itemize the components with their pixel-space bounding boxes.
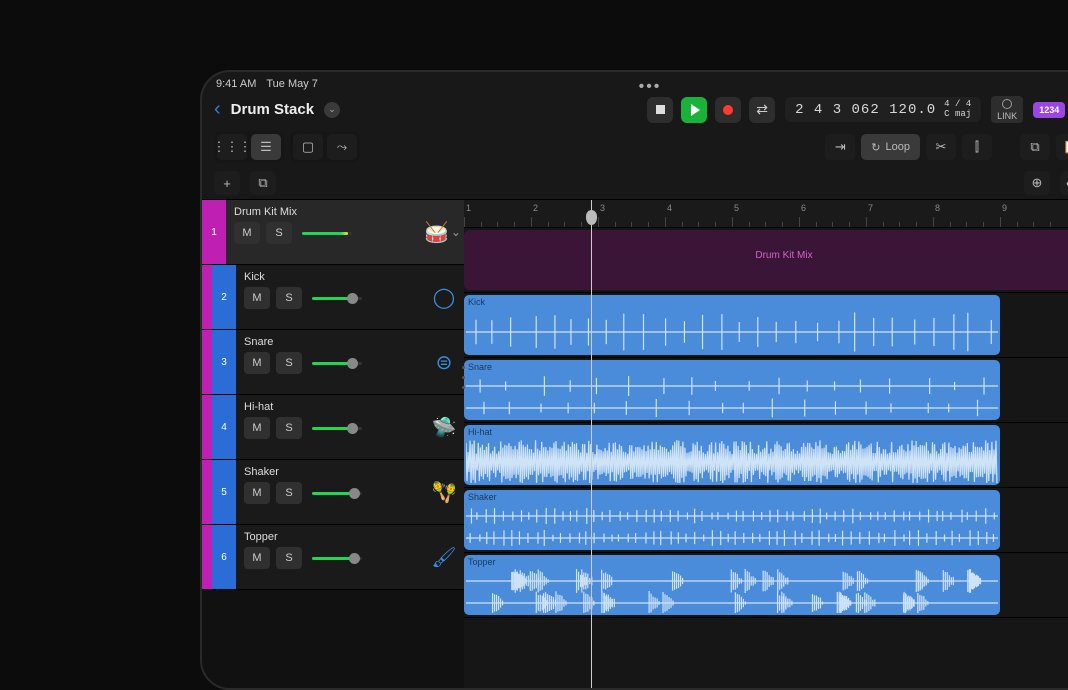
volume-slider[interactable] (302, 232, 352, 235)
more-button[interactable]: ••• (1060, 171, 1068, 195)
region-drumkit-mix[interactable]: Drum Kit Mix (464, 230, 1068, 290)
mute-button[interactable]: M (244, 287, 270, 309)
mute-button[interactable]: M (234, 222, 260, 244)
paste-button[interactable]: 📋 (1056, 134, 1068, 160)
project-dropdown-icon[interactable]: ⌄ (324, 102, 340, 118)
hihat-icon: 🛸 (432, 415, 457, 440)
copy-button[interactable]: ⧉ (1020, 134, 1050, 160)
timeline-ruler[interactable]: 1 2 3 4 5 6 7 8 9 (464, 200, 1068, 228)
status-bar: 9:41 AM Tue May 7 (202, 72, 1068, 92)
track-number: 6 (212, 525, 236, 589)
solo-button[interactable]: S (276, 547, 302, 569)
ruler-bar-label: 9 (1002, 203, 1007, 213)
lcd-display[interactable]: 2 4 3 062 120.0 4 / 4 C maj (785, 97, 981, 123)
ruler-bar-label: 2 (533, 203, 538, 213)
list-view-button[interactable]: ☰ (251, 134, 281, 160)
drumkit-icon: 🥁 (424, 220, 449, 245)
project-title[interactable]: Drum Stack (231, 101, 314, 118)
solo-button[interactable]: S (276, 482, 302, 504)
snap-button[interactable]: ⇥ (825, 134, 855, 160)
region-kick[interactable]: Kick (464, 295, 1000, 355)
track-row[interactable]: 1 Drum Kit Mix M S 🥁 ⌄ (202, 200, 464, 265)
count-in-button[interactable]: 1234 (1033, 102, 1065, 118)
track-header-bar: + ⧉ ⊕ ••• (202, 167, 1068, 200)
top-bar: ‹ Drum Stack ⌄ ⇄ 2 4 3 062 120.0 4 / 4 C… (202, 92, 1068, 127)
track-row[interactable]: 5 Shaker M S 🪇 (202, 460, 464, 525)
shaker-icon: 🪇 (432, 480, 457, 505)
transport-controls: ⇄ (647, 97, 775, 123)
volume-slider[interactable] (312, 492, 362, 495)
track-name: Shaker (244, 466, 416, 478)
track-number: 3 (212, 330, 236, 394)
track-row[interactable]: 2 Kick M S ◯ (202, 265, 464, 330)
ruler-bar-label: 7 (868, 203, 873, 213)
lcd-position: 2 4 3 062 120.0 (795, 102, 936, 118)
track-number: 4 (212, 395, 236, 459)
volume-slider[interactable] (312, 362, 362, 365)
toolbar: ⋮⋮⋮ ☰ ▢ ⤳ ⇥ ↻ Loop ✂ ⫿ ⧉ 📋 (202, 127, 1068, 167)
system-menu-icon[interactable]: ••• (639, 78, 662, 96)
solo-button[interactable]: S (276, 352, 302, 374)
back-button[interactable]: ‹ (214, 98, 221, 121)
playhead[interactable] (591, 200, 592, 690)
track-number: 5 (212, 460, 236, 524)
split-button[interactable]: ⫿ (962, 134, 992, 160)
volume-slider[interactable] (312, 427, 362, 430)
solo-button[interactable]: S (266, 222, 292, 244)
track-row[interactable]: 3 Snare M S ⊜ (202, 330, 464, 395)
region-snare[interactable]: Snare (464, 360, 1000, 420)
ruler-bar-label: 6 (801, 203, 806, 213)
expand-chevron-icon[interactable]: ⌄ (451, 225, 462, 239)
volume-slider[interactable] (312, 297, 362, 300)
cycle-button[interactable]: ⇄ (749, 97, 775, 123)
volume-slider[interactable] (312, 557, 362, 560)
play-button[interactable] (681, 97, 707, 123)
record-button[interactable] (715, 97, 741, 123)
tracks-panel: 1 Drum Kit Mix M S 🥁 ⌄ 2 (202, 200, 464, 690)
mixer-button[interactable]: ▢ (293, 134, 323, 160)
ruler-bar-label: 1 (466, 203, 471, 213)
brush-icon: 🖌 (431, 545, 456, 570)
loop-icon: ↻ (871, 141, 880, 154)
track-name: Hi-hat (244, 401, 416, 413)
ruler-bar-label: 8 (935, 203, 940, 213)
region-hihat[interactable]: Hi-hat (464, 425, 1000, 485)
ruler-bar-label: 5 (734, 203, 739, 213)
track-row[interactable]: 4 Hi-hat M S 🛸 (202, 395, 464, 460)
region-topper[interactable]: Topper (464, 555, 1000, 615)
kick-drum-icon: ◯ (433, 285, 455, 310)
panel-resize-handle[interactable] (462, 362, 466, 392)
solo-button[interactable]: S (276, 417, 302, 439)
track-number: 1 (202, 200, 226, 264)
link-button[interactable]: LINK (991, 96, 1023, 123)
stop-button[interactable] (647, 97, 673, 123)
timeline-panel[interactable]: 1 2 3 4 5 6 7 8 9 Drum Kit Mix Kick Snare (464, 200, 1068, 690)
ruler-bar-label: 3 (600, 203, 605, 213)
region-shaker[interactable]: Shaker (464, 490, 1000, 550)
lcd-key: C maj (944, 110, 971, 120)
snare-drum-icon: ⊜ (436, 350, 453, 375)
add-track-button[interactable]: + (214, 171, 240, 195)
mute-button[interactable]: M (244, 352, 270, 374)
mute-button[interactable]: M (244, 547, 270, 569)
track-name: Topper (244, 531, 416, 543)
loop-button[interactable]: ↻ Loop (861, 134, 920, 160)
track-name: Snare (244, 336, 416, 348)
add-region-button[interactable]: ⊕ (1024, 171, 1050, 195)
solo-button[interactable]: S (276, 287, 302, 309)
mute-button[interactable]: M (244, 417, 270, 439)
scissors-button[interactable]: ✂ (926, 134, 956, 160)
status-time: 9:41 AM (216, 78, 256, 90)
track-name: Kick (244, 271, 416, 283)
ruler-bar-label: 4 (667, 203, 672, 213)
track-name: Drum Kit Mix (234, 206, 416, 218)
automation-button[interactable]: ⤳ (327, 134, 357, 160)
mute-button[interactable]: M (244, 482, 270, 504)
status-date: Tue May 7 (266, 78, 318, 90)
track-number: 2 (212, 265, 236, 329)
track-row[interactable]: 6 Topper M S 🖌 (202, 525, 464, 590)
duplicate-track-button[interactable]: ⧉ (250, 171, 276, 195)
grid-view-button[interactable]: ⋮⋮⋮ (217, 134, 247, 160)
